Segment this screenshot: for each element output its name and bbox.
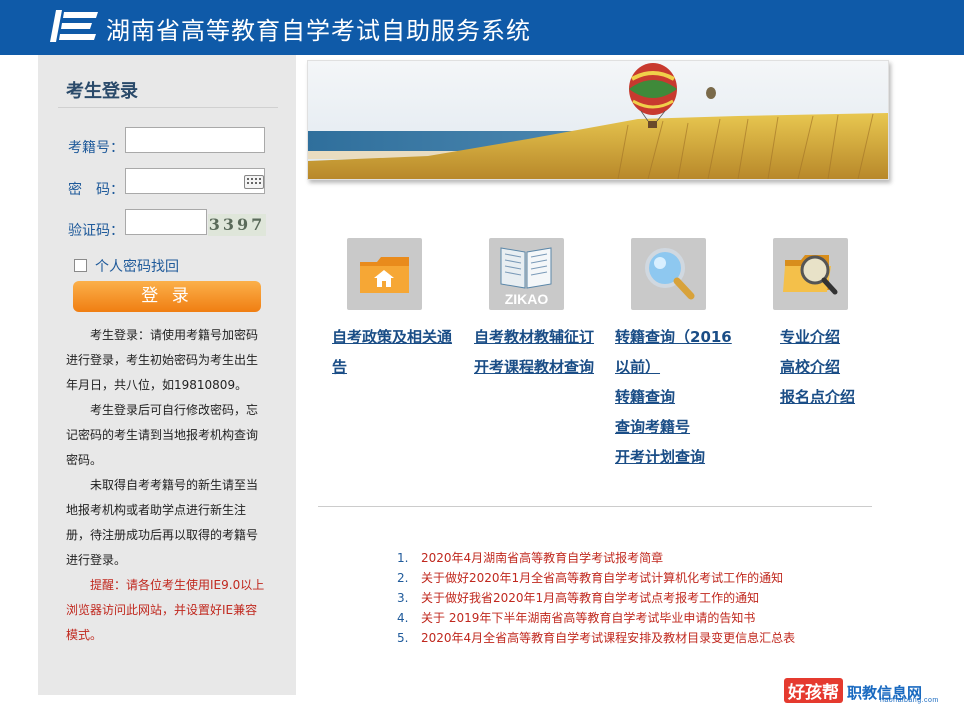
recover-password-label[interactable]: 个人密码找回 [95, 256, 179, 276]
divider [318, 506, 872, 507]
banner-image [307, 60, 889, 180]
news-item[interactable]: 4. 关于 2019年下半年湖南省高等教育自学考试毕业申请的告知书 [397, 608, 795, 628]
news-item[interactable]: 3. 关于做好我省2020年1月高等教育自学考试点考报考工作的通知 [397, 588, 795, 608]
news-item[interactable]: 1. 2020年4月湖南省高等教育自学考试报考简章 [397, 548, 795, 568]
exam-id-input[interactable] [125, 127, 265, 153]
recover-password-checkbox[interactable] [74, 259, 87, 272]
folder-search-icon [783, 255, 838, 295]
balloon-landscape-image [308, 61, 888, 179]
exam-plan-link[interactable]: 开考计划查询 [615, 442, 705, 472]
transfer-query-tile[interactable] [631, 238, 706, 310]
policy-link[interactable]: 自考政策及相关通告 [332, 322, 457, 382]
folder-home-icon [360, 257, 409, 293]
course-textbook-link[interactable]: 开考课程教材查询 [474, 352, 594, 382]
transfer-query-link[interactable]: 转籍查询 [615, 382, 675, 412]
textbook-order-link[interactable]: 自考教材教辅征订 [474, 322, 594, 352]
site-header: 湖南省高等教育自学考试自助服务系统 [0, 0, 964, 55]
zikao-text: ZIKAO [505, 291, 549, 307]
watermark-badge: 好孩帮 [784, 678, 843, 703]
browser-warning: 提醒：请各位考生使用IE9.0以上浏览器访问此网站，并设置好IE兼容模式。 [66, 578, 265, 642]
intro-tile[interactable] [773, 238, 848, 310]
news-item[interactable]: 5. 2020年4月全省高等教育自学考试课程安排及教材目录变更信息汇总表 [397, 628, 795, 648]
note-paragraph: 考生登录后可自行修改密码，忘记密码的考生请到当地报考机构查询密码。 [66, 403, 259, 467]
magnifier-icon [645, 248, 695, 300]
textbook-tile[interactable]: ZIKAO [489, 238, 564, 310]
major-intro-link[interactable]: 专业介绍 [780, 322, 840, 352]
login-panel: 考生登录 考籍号： 密 码： 验证码： 3397 个人密码找回 登 录 考生登录… [38, 55, 296, 695]
login-button[interactable]: 登 录 [73, 281, 261, 312]
captcha-input[interactable] [125, 209, 207, 235]
book-icon: ZIKAO [500, 247, 552, 307]
note-paragraph: 考生登录：请使用考籍号加密码进行登录，考生初始密码为考生出生年月日，共八位，如1… [66, 328, 259, 392]
registration-point-link[interactable]: 报名点介绍 [780, 382, 855, 412]
transfer-query-pre2016-link[interactable]: 转籍查询（2016以前） [615, 322, 745, 382]
keyboard-icon[interactable] [244, 175, 264, 189]
exam-logo-icon [50, 10, 98, 42]
policy-tile[interactable] [347, 238, 422, 310]
divider [58, 107, 278, 108]
login-notes: 考生登录：请使用考籍号加密码进行登录，考生初始密码为考生出生年月日，共八位，如1… [66, 323, 266, 648]
login-title: 考生登录 [66, 81, 138, 102]
captcha-image[interactable]: 3397 [208, 214, 266, 236]
exam-id-query-link[interactable]: 查询考籍号 [615, 412, 690, 442]
captcha-label: 验证码： [68, 223, 124, 239]
watermark-url: haohaibang.com [880, 697, 939, 704]
password-label: 密 码： [68, 182, 124, 198]
exam-id-label: 考籍号： [68, 140, 124, 156]
news-list: 1. 2020年4月湖南省高等教育自学考试报考简章 2. 关于做好2020年1月全省… [397, 548, 795, 648]
note-paragraph: 未取得自考考籍号的新生请至当地报考机构或者助学点进行新生注册，待注册成功后再以取… [66, 478, 259, 567]
college-intro-link[interactable]: 高校介绍 [780, 352, 840, 382]
news-item[interactable]: 2. 关于做好2020年1月全省高等教育自学考试计算机化考试工作的通知 [397, 568, 795, 588]
watermark: 好孩帮 职教信息网 haohaibang.com [784, 678, 938, 704]
site-title: 湖南省高等教育自学考试自助服务系统 [106, 17, 531, 45]
